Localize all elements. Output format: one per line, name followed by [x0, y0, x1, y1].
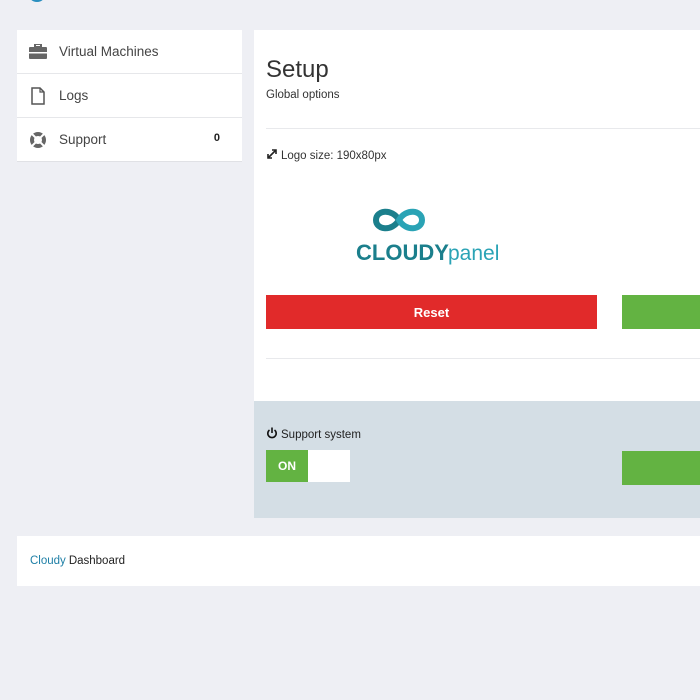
- divider: [266, 358, 700, 359]
- sidebar-item-label: Virtual Machines: [59, 44, 159, 59]
- sidebar-item-label: Logs: [59, 88, 89, 103]
- save-support-button[interactable]: [622, 451, 700, 485]
- support-system-section: Support system ON: [254, 401, 700, 518]
- logo-word-bold: CLOUDY: [356, 240, 449, 265]
- power-icon: [266, 427, 278, 442]
- upload-logo-button[interactable]: [622, 295, 700, 329]
- support-system-toggle[interactable]: ON: [266, 450, 350, 482]
- footer-text: Dashboard: [68, 555, 126, 567]
- sidebar: Virtual Machines Logs Support 0: [17, 30, 242, 162]
- logo-size-hint: Logo size: 190x80px: [266, 148, 387, 163]
- divider: [266, 128, 700, 129]
- document-icon: [17, 86, 59, 105]
- reset-button[interactable]: Reset: [266, 295, 597, 329]
- sidebar-item-label: Support: [59, 132, 107, 147]
- toggle-on-label: ON: [266, 450, 308, 482]
- sidebar-item-logs[interactable]: Logs: [17, 74, 242, 118]
- support-system-label: Support system: [281, 428, 361, 441]
- page-title: Setup: [266, 56, 329, 83]
- expand-icon: [266, 148, 278, 163]
- page-subtitle: Global options: [266, 89, 340, 101]
- support-system-heading: Support system: [266, 427, 361, 442]
- top-logo-peek: [28, 0, 46, 2]
- setup-panel: Setup Global options Logo size: 190x80px…: [254, 30, 700, 518]
- sidebar-item-support[interactable]: Support 0: [17, 118, 242, 162]
- logo-word-light: panel: [448, 242, 499, 265]
- sidebar-item-virtual-machines[interactable]: Virtual Machines: [17, 30, 242, 74]
- footer: Cloudy Dashboard: [17, 536, 700, 586]
- briefcase-icon: [17, 43, 59, 60]
- logo-size-label: Logo size: 190x80px: [281, 149, 387, 162]
- cloudy-panel-logo: CLOUDY panel: [354, 202, 514, 266]
- toggle-off-area: [308, 450, 350, 482]
- footer-brand-link[interactable]: Cloudy: [30, 555, 66, 567]
- support-count-badge: 0: [213, 132, 220, 144]
- lifebuoy-icon: [17, 131, 59, 149]
